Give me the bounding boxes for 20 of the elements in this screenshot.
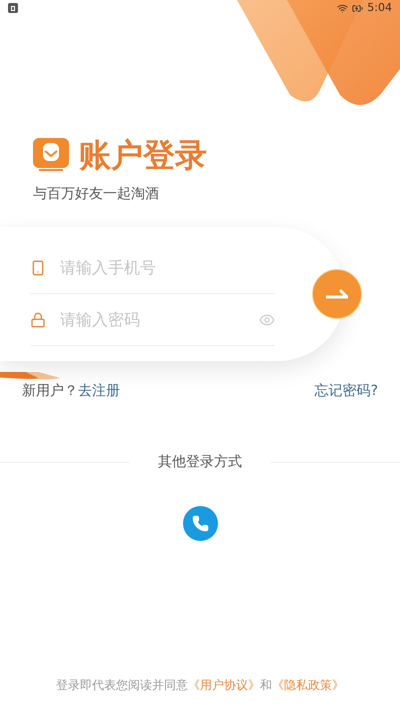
- other-login-label: 其他登录方式: [157, 453, 243, 472]
- phone-icon: [30, 260, 46, 276]
- page-title: 账户登录: [79, 139, 207, 171]
- phone-login-button[interactable]: [182, 506, 218, 541]
- submit-button[interactable]: [312, 269, 362, 319]
- show-password-icon[interactable]: [259, 312, 275, 328]
- phone-icon: [192, 515, 208, 532]
- battery-icon: [352, 2, 364, 14]
- forgot-password-link[interactable]: 忘记密码?: [314, 381, 378, 402]
- register-link[interactable]: 去注册: [78, 381, 120, 402]
- logo-icon: [33, 138, 69, 172]
- password-field[interactable]: 请输入密码: [60, 308, 245, 332]
- status-time: 5:04: [367, 0, 392, 16]
- new-user-label: 新用户？: [22, 382, 78, 401]
- subtitle: 与百万好友一起淘酒: [33, 185, 160, 204]
- agreement-text: 登录即代表您阅读并同意《用户协议》和《隐私政策》: [55, 677, 345, 694]
- lock-icon: [30, 312, 46, 328]
- notification-icon: [8, 3, 18, 13]
- wifi-icon: [337, 2, 348, 14]
- phone-field[interactable]: 请输入手机号: [60, 256, 275, 280]
